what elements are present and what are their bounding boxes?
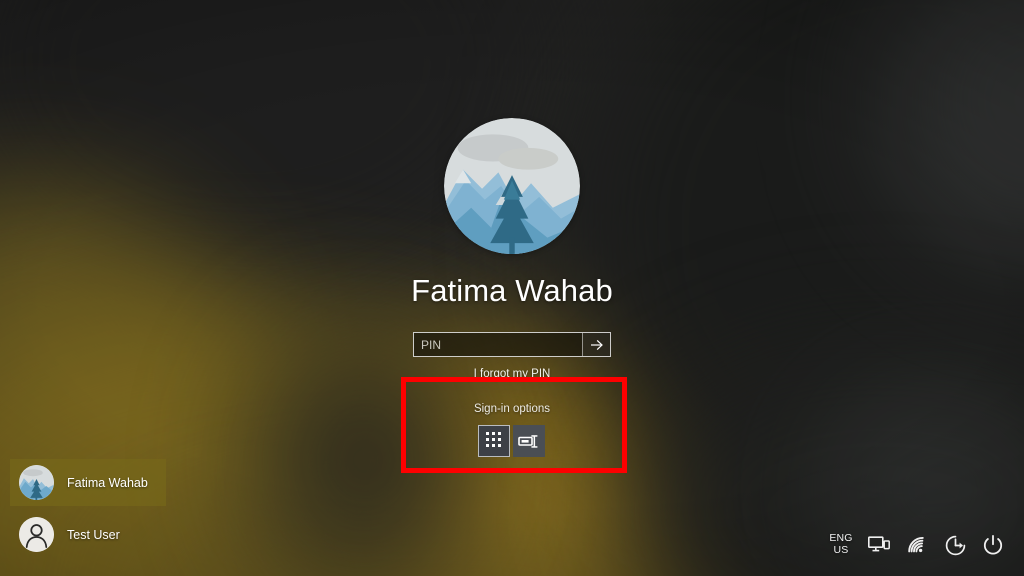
ease-of-access-icon (945, 535, 965, 555)
person-silhouette-avatar (19, 517, 54, 552)
signin-panel: Fatima Wahab I forgot my PIN Sign-in opt… (0, 118, 1024, 458)
list-item-label: Test User (67, 527, 120, 542)
power-button[interactable] (976, 528, 1010, 562)
system-tray: ENG US (824, 528, 1010, 562)
list-item[interactable]: Test User (10, 511, 166, 558)
lock-screen: Fatima Wahab I forgot my PIN Sign-in opt… (0, 0, 1024, 576)
avatar (19, 517, 54, 552)
pin-keypad-icon (486, 432, 502, 448)
password-field-icon (518, 435, 538, 448)
pin-submit-button[interactable] (582, 333, 610, 357)
signin-option-pin-button[interactable] (478, 425, 511, 458)
arrow-right-icon (590, 339, 603, 350)
mountain-landscape-avatar (19, 465, 54, 500)
language-indicator[interactable]: ENG US (824, 528, 858, 562)
list-item[interactable]: Fatima Wahab (10, 459, 166, 506)
pin-entry-row (413, 332, 611, 358)
forgot-pin-link[interactable]: I forgot my PIN (474, 368, 551, 380)
wifi-icon (908, 536, 924, 553)
network-button[interactable] (862, 528, 896, 562)
wifi-button[interactable] (900, 528, 934, 562)
mountain-landscape-avatar (444, 118, 580, 254)
signin-options-label: Sign-in options (473, 403, 551, 416)
signin-options: Sign-in options (473, 403, 551, 458)
user-switcher-list: Fatima Wahab Test User (10, 459, 166, 558)
avatar (444, 118, 580, 254)
signin-option-password-button[interactable] (513, 425, 546, 458)
ease-of-access-button[interactable] (938, 528, 972, 562)
page-title: Fatima Wahab (411, 273, 613, 308)
list-item-label: Fatima Wahab (67, 475, 148, 490)
language-line-2: US (833, 544, 849, 556)
signin-options-buttons (478, 425, 546, 458)
power-icon (983, 535, 1003, 555)
avatar (19, 465, 54, 500)
pin-input[interactable] (414, 333, 582, 357)
network-monitor-icon (868, 536, 890, 552)
